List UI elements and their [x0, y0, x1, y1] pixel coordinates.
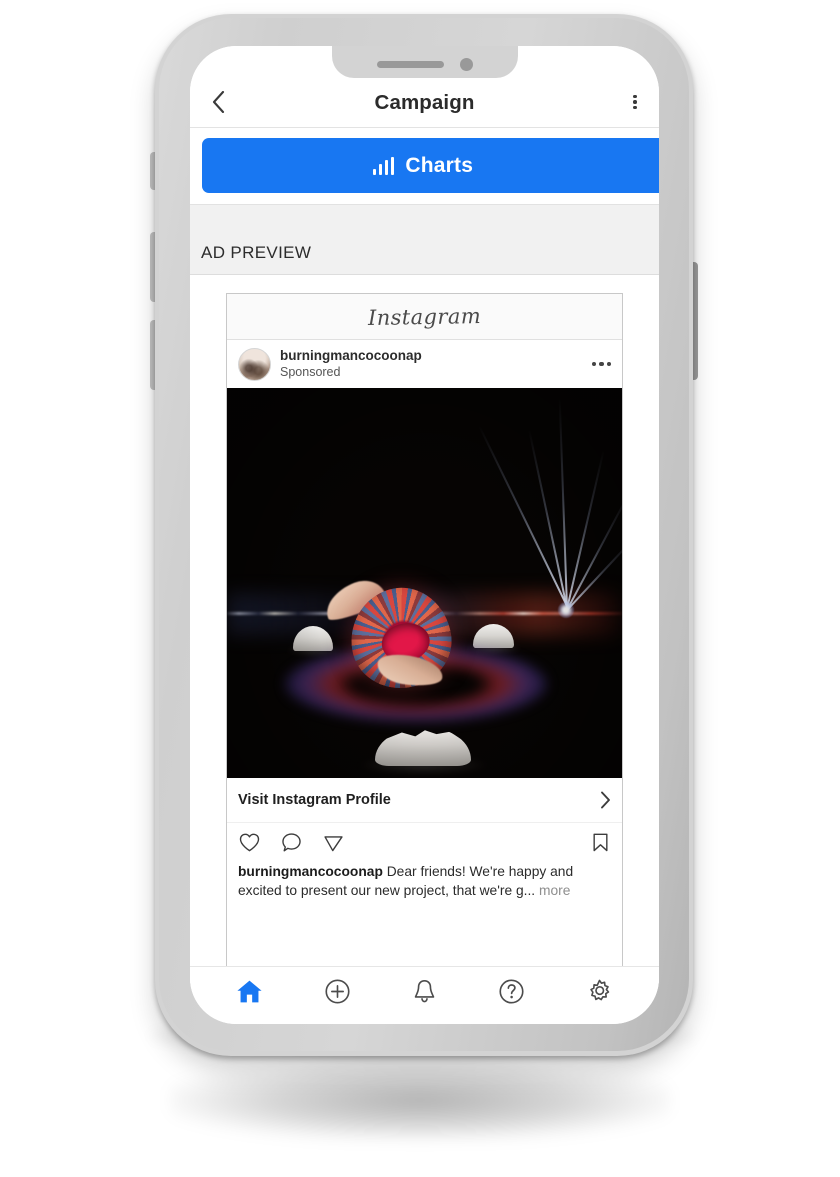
tab-settings[interactable]: [556, 972, 643, 1012]
home-icon: [237, 980, 262, 1003]
ad-caption: burningmancocoonap Dear friends! We're h…: [227, 857, 622, 900]
content-area: Instagram burningmancocoonap Sponsored V…: [190, 275, 659, 983]
ad-creative-image[interactable]: [227, 388, 622, 778]
caption-username: burningmancocoonap: [238, 864, 383, 879]
back-button[interactable]: [212, 85, 242, 119]
plus-circle-icon: [325, 979, 350, 1004]
speaker-grille-icon: [376, 60, 444, 68]
comment-icon: [282, 833, 301, 852]
like-button[interactable]: [238, 831, 261, 854]
foreground-dome: [375, 730, 471, 766]
light-beam: [566, 449, 605, 610]
instagram-wordmark: Instagram: [367, 303, 482, 330]
ad-account-row: burningmancocoonap Sponsored: [227, 340, 622, 388]
gear-icon: [590, 979, 610, 1001]
tab-notifications[interactable]: [381, 972, 468, 1012]
visit-profile-cta[interactable]: Visit Instagram Profile: [227, 778, 622, 823]
chevron-right-icon: [601, 791, 610, 809]
sponsored-label: Sponsored: [280, 365, 341, 380]
more-options-icon[interactable]: [584, 361, 611, 367]
tab-home[interactable]: [206, 972, 293, 1012]
caption-more-link[interactable]: more: [539, 883, 570, 898]
comment-button[interactable]: [280, 831, 303, 854]
beam-light-source: [558, 602, 574, 618]
account-text-block: burningmancocoonap Sponsored: [280, 348, 584, 380]
bottom-tab-bar: [190, 966, 659, 1024]
chevron-left-icon: [212, 91, 225, 113]
tab-help[interactable]: [468, 972, 555, 1012]
account-username: burningmancocoonap: [280, 348, 422, 364]
bell-icon: [414, 980, 435, 1003]
ad-preview-card: Instagram burningmancocoonap Sponsored V…: [226, 293, 623, 983]
bookmark-icon: [593, 833, 608, 852]
tab-create[interactable]: [293, 972, 380, 1012]
share-button[interactable]: [322, 831, 345, 854]
charts-button[interactable]: Charts: [202, 138, 659, 193]
front-camera-icon: [459, 57, 473, 71]
charts-button-label: Charts: [405, 153, 474, 177]
overflow-menu-button[interactable]: [607, 85, 637, 119]
bar-chart-icon: [372, 156, 395, 175]
kebab-menu-icon: [633, 93, 637, 111]
phone-screen: Campaign Charts AD PREVIEW Instagram bur…: [190, 46, 659, 1024]
phone-notch: [331, 46, 518, 78]
heart-icon: [239, 833, 260, 852]
charts-section: Charts: [190, 128, 659, 204]
light-beam: [478, 425, 568, 607]
save-button[interactable]: [590, 831, 611, 854]
instagram-logo-bar: Instagram: [227, 294, 622, 340]
page-title: Campaign: [374, 91, 475, 114]
section-header-label: AD PREVIEW: [201, 243, 312, 262]
ad-actions-row: [227, 823, 622, 857]
paper-plane-icon: [324, 836, 343, 852]
phone-ground-shadow: [170, 1060, 670, 1140]
ad-preview-section-header: AD PREVIEW: [190, 204, 659, 275]
visit-profile-label: Visit Instagram Profile: [238, 792, 391, 808]
question-circle-icon: [499, 979, 524, 1004]
avatar: [238, 347, 271, 381]
